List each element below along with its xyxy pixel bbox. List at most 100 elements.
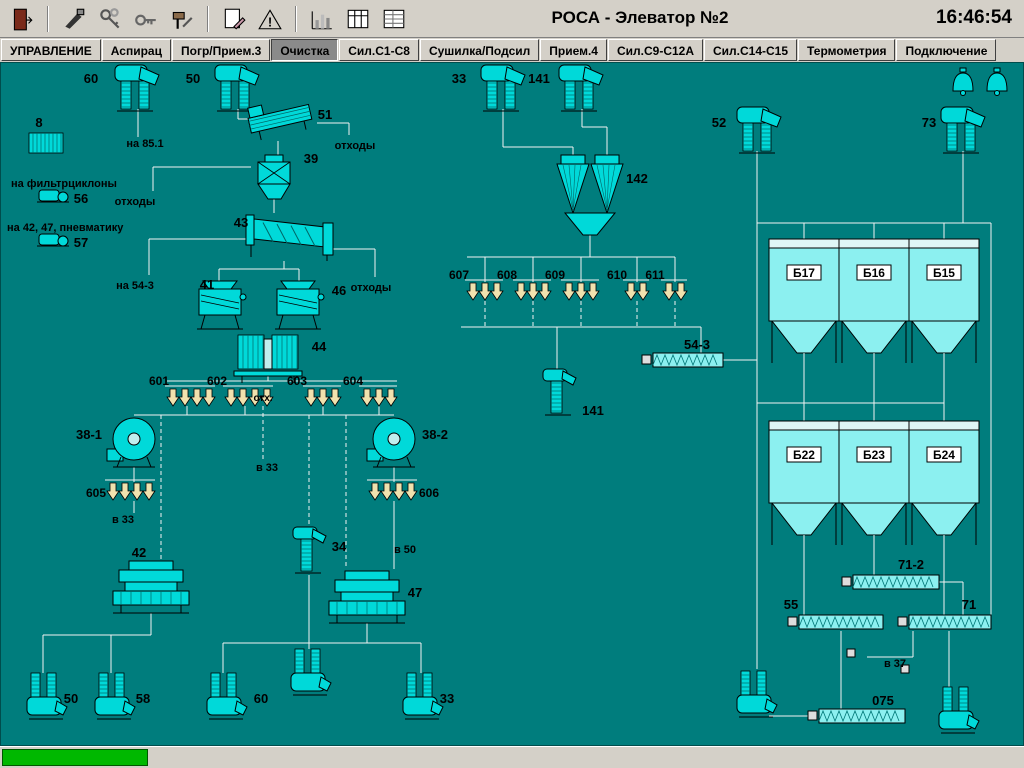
silo-label: Б22 [793,448,815,462]
valve-arrow-icon [167,389,179,406]
tools-icon[interactable] [167,4,197,34]
diagram-label: 58 [136,691,150,706]
silo-bank-2[interactable]: Б22Б23Б24 [769,421,979,545]
unit-39[interactable] [258,155,290,199]
conveyor-075[interactable] [808,709,905,723]
conveyor-71-2[interactable] [842,575,939,589]
indicator-box[interactable] [847,649,855,657]
doc-edit-icon[interactable] [219,4,249,34]
conveyor-54-3[interactable] [642,353,723,367]
toolbar-icons: ! [4,2,412,36]
valve-arrow-icon [119,483,131,500]
key-icon[interactable] [131,4,161,34]
valve-group-609[interactable] [561,280,599,300]
toolbar-separator [47,6,49,32]
diagram-label: 52 [712,115,726,130]
conveyor-55[interactable] [788,615,883,629]
valve-arrow-icon [329,389,341,406]
boot-50[interactable] [27,673,67,719]
scada-window: { "window": { "title": "РОСА - Элеватор … [0,0,1024,768]
valve-group-603[interactable] [303,386,341,406]
toolbar-separator [295,6,297,32]
tab-сушилка-подсил[interactable]: Сушилка/Подсил [420,39,539,61]
tab-термометрия[interactable]: Термометрия [798,39,895,61]
tab-сил-с9-с12а[interactable]: Сил.С9-С12А [608,39,703,61]
diagram-label: 611 [645,268,665,282]
boot-right-2[interactable] [939,687,979,733]
report-icon[interactable] [343,4,373,34]
valve-arrow-icon [373,389,385,406]
valve-group-607[interactable] [465,280,503,300]
boot-33[interactable] [403,673,443,719]
valve-group-601[interactable] [165,386,215,406]
histogram-icon[interactable] [307,4,337,34]
exit-door-icon[interactable] [7,4,37,34]
boot-60[interactable] [207,673,247,719]
diagram-label: 602 [207,374,227,388]
diagram-label: на фильтрциклоны [11,178,117,190]
valve-arrow-icon [305,389,317,406]
window-title: РОСА - Элеватор №2 [430,8,850,28]
noria-33[interactable] [481,65,525,111]
report2-icon[interactable] [379,4,409,34]
tab-сил-с1-с8[interactable]: Сил.С1-С8 [339,39,419,61]
diagram-label: 56 [74,191,88,206]
unit-141-bottom[interactable] [543,369,576,415]
valve-group-611[interactable] [661,280,687,300]
noria-60[interactable] [115,65,159,111]
tab-подключение[interactable]: Подключение [896,39,996,61]
unit-34[interactable] [293,527,326,573]
tab-очистка[interactable]: Очистка [271,39,338,61]
diagram-label: отходы [335,140,376,152]
valve-group-604[interactable] [359,386,397,406]
unit-142[interactable] [557,155,623,235]
valve-group-605[interactable] [105,480,155,500]
valve-arrow-icon [405,483,417,500]
tab-управление[interactable]: УПРАВЛЕНИЕ [1,39,101,61]
spray-tool-icon[interactable] [59,4,89,34]
keys-pair-icon[interactable] [95,4,125,34]
boot-right-1[interactable] [737,671,777,717]
diagram-label: 33 [452,71,466,86]
tab-аспирац[interactable]: Аспирац [102,39,171,61]
diagram-labels: 6050331418565751394341464438-138-2423447… [7,71,976,708]
alarm-bell-2[interactable] [987,68,1007,96]
alarm-bell-1[interactable] [953,68,973,96]
unit-38-2[interactable] [367,418,415,467]
boot-mid[interactable] [291,649,331,695]
unit-56[interactable] [37,190,69,202]
tab-погр-прием-3[interactable]: Погр/Прием.3 [172,39,270,61]
diagram-label: в 33 [112,514,134,526]
unit-57[interactable] [37,234,69,246]
noria-73[interactable] [941,107,985,153]
diagram-label: 41 [200,277,214,292]
unit-46[interactable] [275,281,324,329]
unit-8[interactable] [29,133,63,153]
silo-bank-1[interactable]: Б17Б16Б15 [769,239,979,363]
warning-icon[interactable]: ! [255,4,285,34]
valve-arrow-icon [539,283,551,300]
conveyor-71[interactable] [898,615,991,629]
valve-group-608[interactable] [513,280,551,300]
diagram-label: 73 [922,115,936,130]
diagram-label: отходы [351,282,392,294]
clock: 16:46:54 [936,7,1012,29]
valve-group-610[interactable] [623,280,649,300]
unit-42[interactable] [113,561,189,613]
valve-arrow-icon [575,283,587,300]
noria-50[interactable] [215,65,259,111]
process-mimic: Б17Б16Б15Б22Б23Б246050331418565751394341… [1,63,1023,745]
unit-43[interactable] [246,215,333,261]
unit-51[interactable] [246,95,314,142]
tab-сил-с14-с15[interactable]: Сил.С14-С15 [704,39,797,61]
unit-47[interactable] [329,571,405,623]
tab-прием-4[interactable]: Прием.4 [540,39,607,61]
noria-52[interactable] [737,107,781,153]
boot-58[interactable] [95,673,135,719]
valve-group-606[interactable] [367,480,417,500]
valve-arrow-icon [515,283,527,300]
noria-141-top[interactable] [559,65,603,111]
unit-38-1[interactable] [107,418,155,467]
diagram-label: 38-1 [76,427,102,442]
diagram-label: 44 [312,339,327,354]
